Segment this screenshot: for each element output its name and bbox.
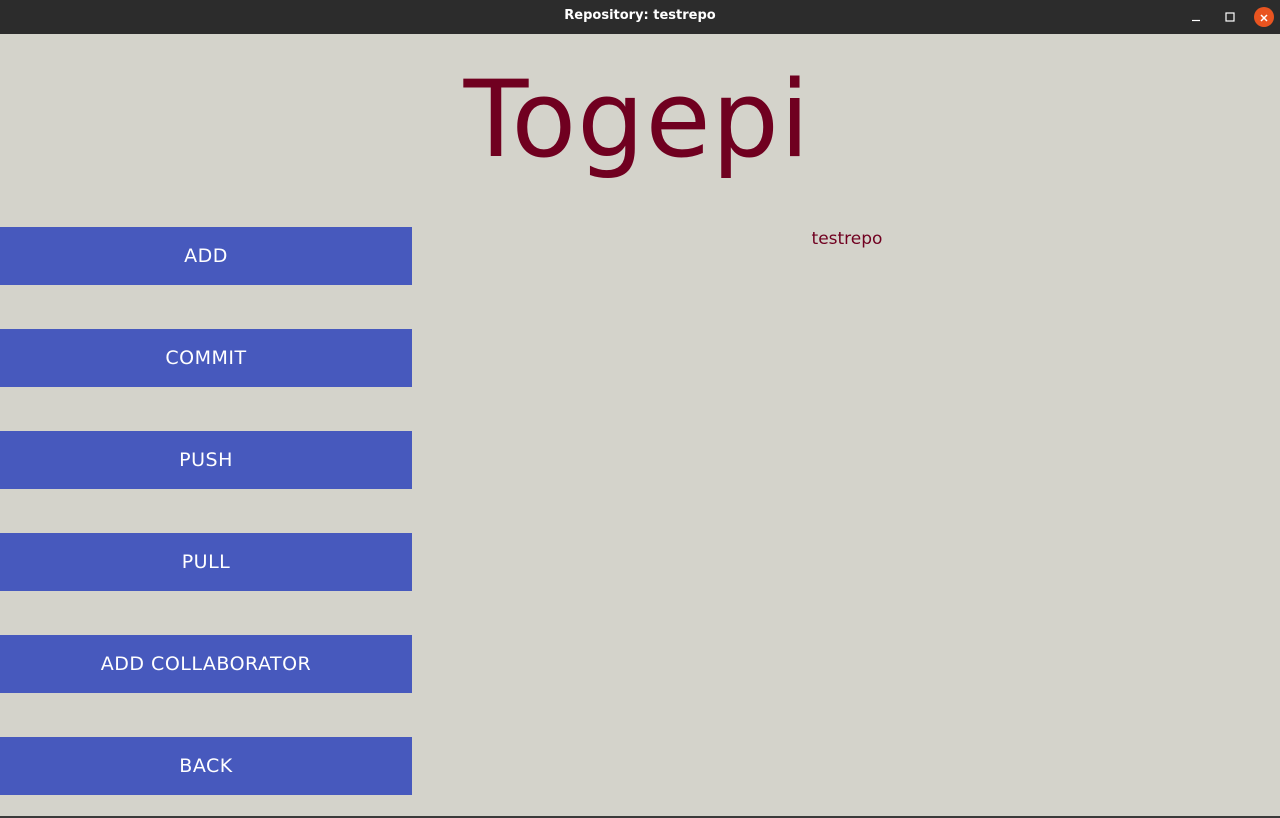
add-button[interactable]: ADD [0, 227, 412, 285]
commit-button[interactable]: COMMIT [0, 329, 412, 387]
close-icon [1259, 8, 1269, 27]
minimize-icon [1190, 8, 1202, 27]
repository-name: testrepo [811, 229, 883, 249]
maximize-icon [1224, 8, 1236, 27]
maximize-button[interactable] [1219, 6, 1241, 28]
back-button[interactable]: BACK [0, 737, 412, 795]
push-button[interactable]: PUSH [0, 431, 412, 489]
window-title: Repository: testrepo [564, 8, 716, 23]
window-titlebar[interactable]: Repository: testrepo [0, 0, 1280, 34]
minimize-button[interactable] [1185, 6, 1207, 28]
close-button[interactable] [1253, 6, 1275, 28]
add-collaborator-button[interactable]: ADD COLLABORATOR [0, 635, 412, 693]
app-title: Togepi [463, 58, 811, 181]
pull-button[interactable]: PULL [0, 533, 412, 591]
